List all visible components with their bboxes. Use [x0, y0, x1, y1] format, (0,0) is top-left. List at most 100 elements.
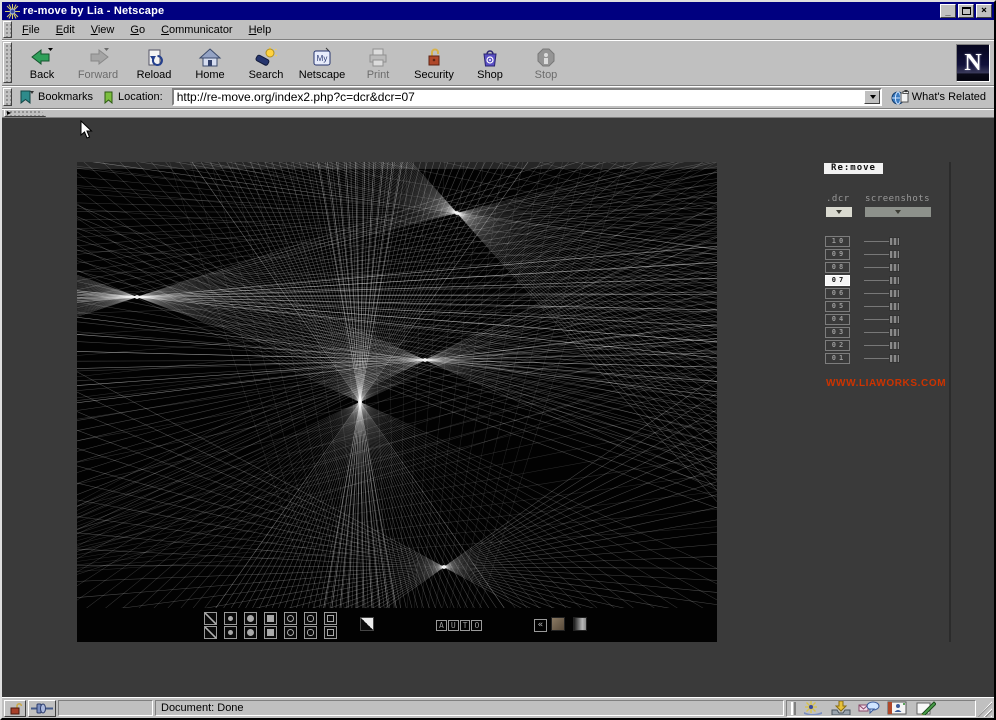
print-button[interactable]: Print: [350, 41, 406, 84]
invert-toggle-icon[interactable]: [360, 617, 374, 631]
dot-small-pattern-button[interactable]: [224, 626, 237, 639]
dot-large-pattern-button[interactable]: [244, 612, 257, 625]
track-button-04[interactable]: 04: [825, 314, 850, 325]
navigator-icon[interactable]: [802, 701, 824, 715]
security-button[interactable]: Security: [406, 41, 462, 84]
minimize-button[interactable]: _: [940, 4, 956, 18]
track-slider-handle-icon[interactable]: [889, 237, 900, 246]
menu-communicator[interactable]: Communicator: [153, 21, 241, 39]
inbox-icon[interactable]: [830, 701, 852, 715]
square-round-pattern-button[interactable]: [304, 626, 317, 639]
search-icon: [255, 46, 278, 66]
toolbar-grip-handle[interactable]: [3, 42, 12, 83]
home-button[interactable]: Home: [182, 41, 238, 84]
track-button-10[interactable]: 10: [825, 236, 850, 247]
track-button-08[interactable]: 08: [825, 262, 850, 273]
menu-view[interactable]: View: [83, 21, 123, 39]
color-swatch-brown[interactable]: [551, 617, 565, 631]
menu-edit[interactable]: Edit: [48, 21, 83, 39]
url-input[interactable]: [173, 90, 864, 104]
square-double-pattern-button[interactable]: [324, 626, 337, 639]
track-slider-line: [864, 332, 892, 333]
shop-button[interactable]: Shop: [462, 41, 518, 84]
navigation-toolbar: Back Forward Reload Home Search My Netsc…: [2, 40, 994, 86]
location-label-group: Location:: [98, 90, 168, 105]
track-button-05[interactable]: 05: [825, 301, 850, 312]
close-button[interactable]: ×: [976, 4, 992, 18]
whats-related-icon: [891, 89, 909, 104]
forward-icon: [90, 47, 109, 65]
tab-screenshots-button[interactable]: [865, 207, 931, 217]
chevron-down-icon: [895, 210, 901, 214]
square-round-icon: [307, 629, 314, 636]
line-art: [77, 162, 717, 608]
track-slider-handle-icon[interactable]: [889, 250, 900, 259]
chevron-down-icon: [836, 210, 842, 214]
stop-button[interactable]: Stop: [518, 41, 574, 84]
progress-bar: [58, 700, 153, 716]
slash-pattern-button[interactable]: [204, 626, 217, 639]
slash-pattern-button[interactable]: [204, 612, 217, 625]
track-button-07[interactable]: 07: [825, 275, 850, 286]
back-button[interactable]: Back: [14, 41, 70, 84]
search-button[interactable]: Search: [238, 41, 294, 84]
track-slider-handle-icon[interactable]: [889, 341, 900, 350]
square-round-pattern-button[interactable]: [304, 612, 317, 625]
track-slider-handle-icon[interactable]: [889, 276, 900, 285]
auto-button[interactable]: AUTO: [436, 620, 483, 631]
track-button-09[interactable]: 09: [825, 249, 850, 260]
toolbar-expand-tab[interactable]: [4, 109, 46, 117]
security-lock-button[interactable]: [4, 699, 26, 717]
status-bar: Document: Done: [2, 697, 994, 718]
component-bar-grip[interactable]: [791, 701, 796, 715]
track-button-01[interactable]: 01: [825, 353, 850, 364]
track-slider-handle-icon[interactable]: [889, 328, 900, 337]
url-dropdown-button[interactable]: [863, 90, 880, 104]
title-bar[interactable]: re-move by Lia - Netscape _ ×: [2, 2, 994, 20]
netscape-throbber-logo[interactable]: N: [956, 43, 990, 82]
resize-grip[interactable]: [978, 701, 992, 717]
circle-pattern-button[interactable]: [284, 612, 297, 625]
rewind-button[interactable]: «: [534, 619, 547, 632]
square-filled-pattern-button[interactable]: [264, 626, 277, 639]
reload-button[interactable]: Reload: [126, 41, 182, 84]
url-field-frame: [171, 88, 882, 106]
netscape-button[interactable]: My Netscape: [294, 41, 350, 84]
tab-screenshots-label[interactable]: screenshots: [865, 194, 930, 204]
track-slider-handle-icon[interactable]: [889, 289, 900, 298]
menu-help[interactable]: Help: [241, 21, 280, 39]
page-content: AUTO « Re:move .dcr screenshots 10 09 08 07…: [2, 118, 994, 697]
composer-icon[interactable]: [914, 701, 936, 715]
dot-large-pattern-button[interactable]: [244, 626, 257, 639]
artwork-canvas[interactable]: AUTO «: [77, 162, 717, 642]
square-double-pattern-button[interactable]: [324, 612, 337, 625]
address-book-icon[interactable]: [886, 701, 908, 715]
tab-dcr-button[interactable]: [826, 207, 852, 217]
track-button-03[interactable]: 03: [825, 327, 850, 338]
plugin-status-button[interactable]: [28, 699, 56, 717]
discussions-icon[interactable]: [858, 701, 880, 715]
whats-related-button[interactable]: What's Related: [886, 89, 991, 106]
maximize-button[interactable]: [958, 4, 974, 18]
home-icon: [198, 47, 222, 66]
liaworks-link[interactable]: WWW.LIAWORKS.COM: [826, 378, 946, 389]
dot-small-pattern-button[interactable]: [224, 612, 237, 625]
track-slider-handle-icon[interactable]: [889, 263, 900, 272]
track-slider-handle-icon[interactable]: [889, 354, 900, 363]
square-filled-pattern-button[interactable]: [264, 612, 277, 625]
circle-pattern-button[interactable]: [284, 626, 297, 639]
netscape-my-icon: My: [313, 47, 331, 65]
menu-go[interactable]: Go: [122, 21, 153, 39]
menu-file[interactable]: File: [14, 21, 48, 39]
track-slider-handle-icon[interactable]: [889, 302, 900, 311]
menubar-grip-handle[interactable]: [3, 21, 12, 38]
track-button-02[interactable]: 02: [825, 340, 850, 351]
location-label: Location:: [118, 91, 163, 103]
tab-dcr-label[interactable]: .dcr: [826, 194, 850, 204]
color-swatch-gradient[interactable]: [573, 617, 587, 631]
bookmarks-button[interactable]: Bookmarks: [14, 89, 98, 105]
locationbar-grip-handle[interactable]: [3, 88, 12, 106]
forward-button[interactable]: Forward: [70, 41, 126, 84]
track-button-06[interactable]: 06: [825, 288, 850, 299]
track-slider-handle-icon[interactable]: [889, 315, 900, 324]
